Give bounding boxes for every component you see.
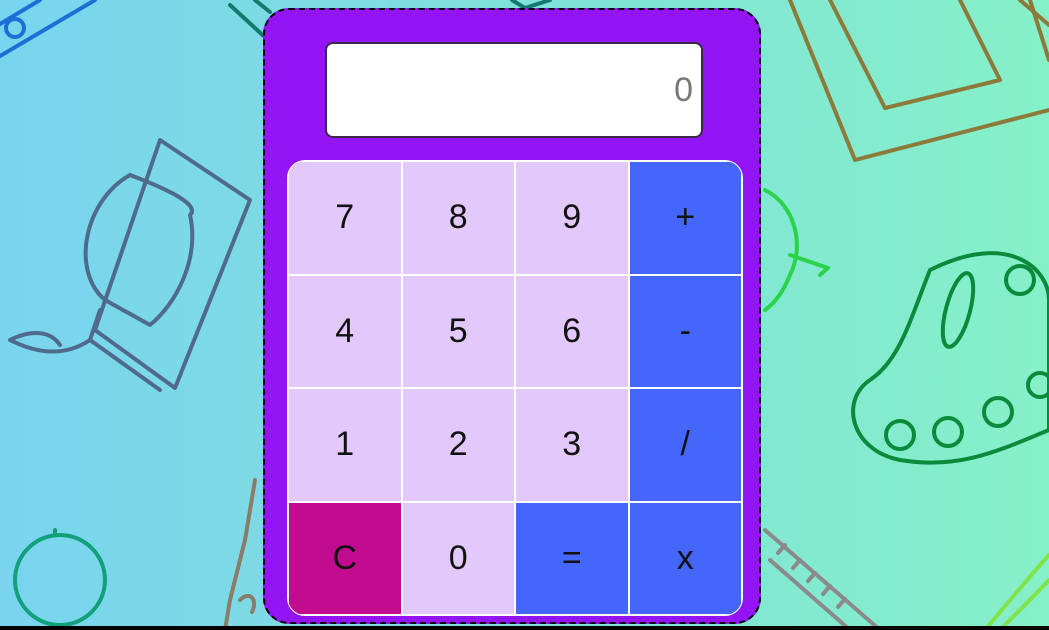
ruler-icon bbox=[763, 528, 882, 630]
key-multiply[interactable]: x bbox=[628, 501, 742, 615]
key-7[interactable]: 7 bbox=[288, 161, 402, 275]
apple-icon bbox=[13, 528, 107, 627]
key-1[interactable]: 1 bbox=[288, 388, 402, 502]
key-2[interactable]: 2 bbox=[401, 388, 515, 502]
key-6[interactable]: 6 bbox=[515, 274, 629, 388]
key-4[interactable]: 4 bbox=[288, 274, 402, 388]
ruler-icon bbox=[0, 0, 97, 59]
key-add[interactable]: + bbox=[628, 161, 742, 275]
bottom-edge-bar bbox=[0, 626, 1049, 630]
key-equals[interactable]: = bbox=[515, 501, 629, 615]
paintbrush-icon bbox=[983, 553, 1049, 630]
key-5[interactable]: 5 bbox=[401, 274, 515, 388]
key-8[interactable]: 8 bbox=[401, 161, 515, 275]
apple-icon bbox=[763, 188, 830, 312]
palette-icon bbox=[851, 251, 1049, 465]
key-clear[interactable]: C bbox=[288, 501, 402, 615]
calculator-display[interactable] bbox=[325, 42, 703, 138]
picture-frame-icon bbox=[788, 0, 1049, 162]
key-3[interactable]: 3 bbox=[515, 388, 629, 502]
keypad: 7 8 9 + 4 5 6 - 1 2 3 / C 0 = x bbox=[287, 160, 743, 616]
key-0[interactable]: 0 bbox=[401, 501, 515, 615]
key-9[interactable]: 9 bbox=[515, 161, 629, 275]
fountain-pen-icon bbox=[223, 478, 257, 630]
paint-bucket-icon bbox=[8, 138, 252, 392]
key-divide[interactable]: / bbox=[628, 388, 742, 502]
key-subtract[interactable]: - bbox=[628, 274, 742, 388]
calculator: 7 8 9 + 4 5 6 - 1 2 3 / C 0 = x bbox=[263, 8, 761, 624]
